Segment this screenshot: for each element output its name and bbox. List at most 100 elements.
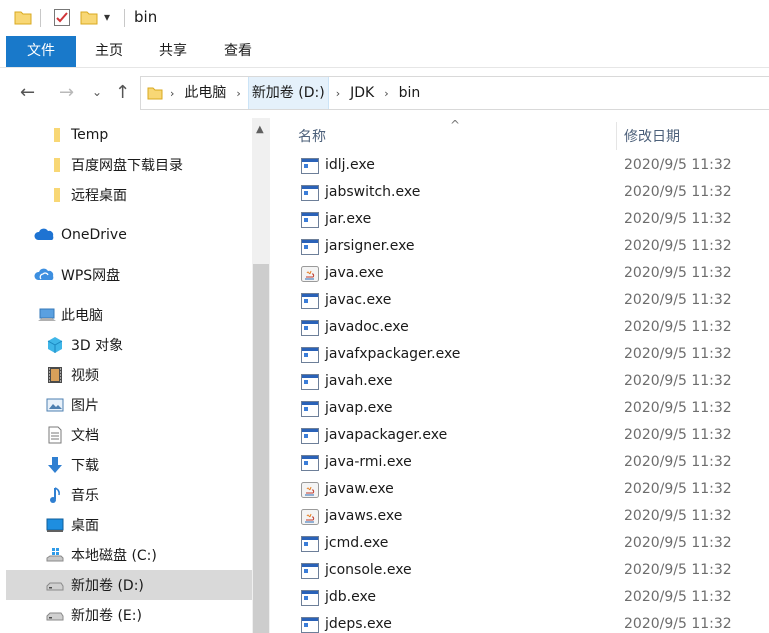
breadcrumb-drive-d[interactable]: 新加卷 (D:) (247, 77, 329, 109)
file-row[interactable]: javadoc.exe 2020/9/5 11:32 (270, 315, 769, 342)
customize-toolbar-dropdown[interactable]: ▾ (104, 10, 110, 24)
tab-share[interactable]: 共享 (148, 36, 198, 67)
tab-view[interactable]: 查看 (213, 36, 263, 67)
tab-home[interactable]: 主页 (84, 36, 134, 67)
file-name: java.exe (325, 265, 384, 281)
file-row[interactable]: jcmd.exe 2020/9/5 11:32 (270, 531, 769, 558)
breadcrumb-separator[interactable]: › (336, 87, 340, 100)
exe-icon (301, 428, 319, 444)
nav-item-temp[interactable]: Temp (6, 120, 252, 150)
file-row[interactable]: jdeps.exe 2020/9/5 11:32 (270, 612, 769, 633)
file-row[interactable]: javaw.exe 2020/9/5 11:32 (270, 477, 769, 504)
nav-item-drive-e[interactable]: 新加卷 (E:) (6, 600, 252, 630)
nav-item-wps-cloud[interactable]: WPS网盘 (6, 260, 252, 290)
file-row[interactable]: idlj.exe 2020/9/5 11:32 (270, 153, 769, 180)
file-row[interactable]: jarsigner.exe 2020/9/5 11:32 (270, 234, 769, 261)
nav-item-onedrive[interactable]: OneDrive (6, 220, 252, 250)
file-name: jar.exe (325, 211, 372, 227)
java-icon (301, 509, 319, 525)
breadcrumb-jdk[interactable]: JDK (347, 77, 377, 109)
nav-item-3d-objects[interactable]: 3D 对象 (6, 330, 252, 360)
file-date-modified: 2020/9/5 11:32 (624, 535, 732, 551)
nav-item-videos[interactable]: 视频 (6, 360, 252, 390)
up-arrow-icon[interactable]: ↑ (115, 82, 130, 103)
file-date-modified: 2020/9/5 11:32 (624, 265, 732, 281)
file-name: jabswitch.exe (325, 184, 421, 200)
file-row[interactable]: jdb.exe 2020/9/5 11:32 (270, 585, 769, 612)
nav-item-documents[interactable]: 文档 (6, 420, 252, 450)
title-separator (124, 9, 125, 27)
file-date-modified: 2020/9/5 11:32 (624, 184, 732, 200)
file-row[interactable]: jconsole.exe 2020/9/5 11:32 (270, 558, 769, 585)
column-header-date-modified[interactable]: 修改日期 (624, 126, 680, 146)
nav-item-label: 本地磁盘 (C:) (71, 548, 157, 564)
nav-item-music[interactable]: 音乐 (6, 480, 252, 510)
nav-item-label: WPS网盘 (61, 268, 121, 284)
wps-cloud-icon (34, 268, 54, 280)
folder-icon (147, 87, 163, 100)
breadcrumb-this-pc[interactable]: 此电脑 (181, 77, 229, 109)
file-name: javafxpackager.exe (325, 346, 461, 362)
forward-arrow-icon[interactable]: → (59, 82, 74, 103)
file-name: javap.exe (325, 400, 393, 416)
file-row[interactable]: javac.exe 2020/9/5 11:32 (270, 288, 769, 315)
file-date-modified: 2020/9/5 11:32 (624, 589, 732, 605)
nav-item-label: 此电脑 (61, 308, 103, 324)
file-row[interactable]: java.exe 2020/9/5 11:32 (270, 261, 769, 288)
recent-locations-chevron-icon[interactable]: ⌄ (92, 85, 102, 99)
nav-item-this-pc[interactable]: 此电脑 (6, 300, 252, 330)
nav-item-desktop[interactable]: 桌面 (6, 510, 252, 540)
folder-icon[interactable] (14, 9, 32, 25)
file-row[interactable]: javaws.exe 2020/9/5 11:32 (270, 504, 769, 531)
nav-pane-scrollbar[interactable]: ▲ (252, 118, 270, 633)
file-row[interactable]: javafxpackager.exe 2020/9/5 11:32 (270, 342, 769, 369)
breadcrumb-separator[interactable]: › (170, 87, 174, 100)
breadcrumb-bin[interactable]: bin (396, 77, 424, 109)
file-row[interactable]: java-rmi.exe 2020/9/5 11:32 (270, 450, 769, 477)
address-bar[interactable]: › 此电脑 › 新加卷 (D:) › JDK › bin (140, 76, 769, 110)
nav-item-downloads[interactable]: 下载 (6, 450, 252, 480)
nav-item-remote-desktop[interactable]: 远程桌面 (6, 180, 252, 210)
file-row[interactable]: javah.exe 2020/9/5 11:32 (270, 369, 769, 396)
new-folder-icon[interactable] (80, 9, 98, 25)
java-icon (301, 482, 319, 498)
music-icon (50, 487, 60, 503)
nav-item-label: OneDrive (61, 227, 127, 243)
column-divider[interactable] (616, 122, 617, 150)
nav-item-drive-d[interactable]: 新加卷 (D:) (6, 570, 252, 600)
file-date-modified: 2020/9/5 11:32 (624, 157, 732, 173)
back-arrow-icon[interactable]: ← (20, 82, 35, 103)
column-header-name[interactable]: 名称 (298, 126, 326, 146)
file-row[interactable]: jabswitch.exe 2020/9/5 11:32 (270, 180, 769, 207)
java-icon (301, 266, 319, 282)
file-name: java-rmi.exe (325, 454, 412, 470)
window-title: bin (134, 8, 158, 26)
3d-objects-icon (47, 337, 63, 353)
breadcrumb-separator[interactable]: › (236, 87, 240, 100)
nav-item-label: 3D 对象 (71, 338, 124, 354)
file-name: jarsigner.exe (325, 238, 415, 254)
file-row[interactable]: jar.exe 2020/9/5 11:32 (270, 207, 769, 234)
exe-icon (301, 212, 319, 228)
drive-icon (46, 582, 64, 591)
file-date-modified: 2020/9/5 11:32 (624, 211, 732, 227)
scrollbar-thumb[interactable] (253, 264, 269, 633)
title-bar: ▾ bin (0, 0, 769, 36)
file-date-modified: 2020/9/5 11:32 (624, 292, 732, 308)
file-name: javac.exe (325, 292, 392, 308)
nav-item-drive-c[interactable]: 本地磁盘 (C:) (6, 540, 252, 570)
nav-item-label: 桌面 (71, 518, 99, 534)
file-date-modified: 2020/9/5 11:32 (624, 346, 732, 362)
file-date-modified: 2020/9/5 11:32 (624, 508, 732, 524)
file-name: jdb.exe (325, 589, 376, 605)
folder-icon (54, 128, 60, 142)
file-row[interactable]: javapackager.exe 2020/9/5 11:32 (270, 423, 769, 450)
folder-icon (54, 188, 60, 202)
tab-file[interactable]: 文件 (6, 36, 76, 67)
properties-icon[interactable] (54, 9, 70, 26)
file-row[interactable]: javap.exe 2020/9/5 11:32 (270, 396, 769, 423)
nav-item-pictures[interactable]: 图片 (6, 390, 252, 420)
nav-item-baidu-downloads[interactable]: 百度网盘下载目录 (6, 150, 252, 180)
scroll-up-arrow-icon[interactable]: ▲ (256, 124, 264, 135)
breadcrumb-separator[interactable]: › (384, 87, 388, 100)
